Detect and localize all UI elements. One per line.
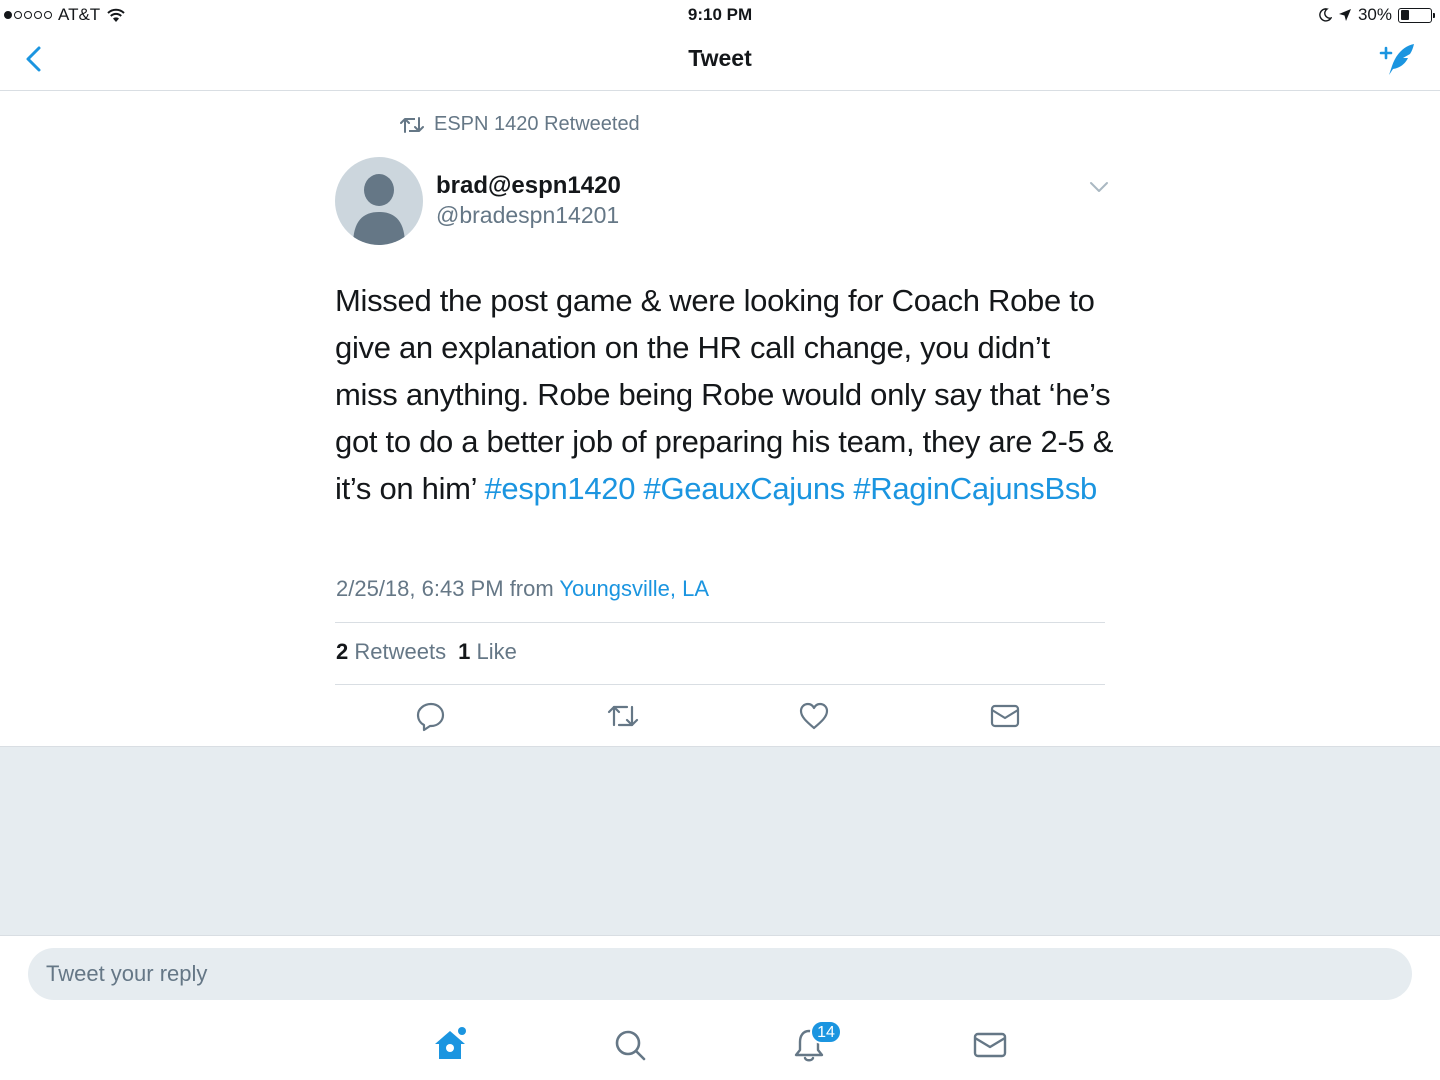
default-avatar-icon	[353, 174, 405, 245]
moon-icon	[1319, 8, 1332, 22]
status-right: 30%	[1318, 5, 1435, 25]
hashtag-link[interactable]: #RaginCajunsBsb	[853, 471, 1097, 506]
messages-mail-icon[interactable]	[971, 1026, 1009, 1064]
home-icon[interactable]	[431, 1026, 469, 1064]
retweet-count: 2	[336, 639, 349, 664]
status-bar: AT&T 9:10 PM 30%	[0, 0, 1440, 30]
status-time: 9:10 PM	[687, 5, 753, 24]
retweets-label: Retweets	[354, 639, 447, 664]
text-space	[635, 471, 643, 506]
battery-level	[1400, 10, 1410, 20]
tweet-text: Missed the post game & were looking for …	[335, 277, 1115, 512]
chevron-down-icon[interactable]	[1088, 179, 1110, 195]
reply-input[interactable]	[28, 948, 1412, 1000]
retweet-small-icon	[400, 116, 424, 133]
hashtag-link[interactable]: #GeauxCajuns	[644, 471, 846, 506]
empty-replies-area	[0, 746, 1440, 936]
divider	[335, 622, 1105, 623]
battery-percent: 30%	[1357, 5, 1392, 24]
battery-icon	[1398, 7, 1435, 23]
author-display-name[interactable]: brad@espn1420	[436, 172, 621, 200]
likes-label: Like	[476, 639, 517, 664]
retweeted-by-label: ESPN 1420 Retweeted	[434, 113, 640, 135]
tweet-metadata: 2/25/18, 6:43 PM from Youngsville, LA	[336, 576, 709, 602]
hashtag-link[interactable]: #espn1420	[484, 471, 635, 506]
tweet-detail: ESPN 1420 Retweeted brad@espn1420 @brade…	[0, 91, 1440, 746]
tab-bar	[0, 1012, 1440, 1080]
heart-icon[interactable]	[797, 699, 831, 733]
author-handle[interactable]: @bradespn14201	[436, 202, 619, 229]
navigation-bar: Tweet	[0, 30, 1440, 91]
page-title: Tweet	[688, 45, 752, 71]
retweets-stat[interactable]: 2 Retweets	[336, 639, 446, 665]
search-icon[interactable]	[611, 1026, 649, 1064]
retweeted-by-line: ESPN 1420 Retweeted	[400, 113, 640, 136]
location-arrow-icon	[1338, 9, 1351, 21]
location-link[interactable]: Youngsville, LA	[559, 576, 709, 601]
likes-stat[interactable]: 1 Like	[458, 639, 517, 665]
mail-icon[interactable]	[988, 699, 1022, 733]
avatar[interactable]	[335, 157, 423, 245]
notifications-badge: 14	[810, 1020, 842, 1044]
reply-icon[interactable]	[414, 699, 448, 733]
tweet-stats: 2 Retweets 1 Like	[336, 639, 517, 665]
like-count: 1	[458, 639, 471, 664]
tweet-timestamp: 2/25/18, 6:43 PM	[336, 576, 504, 601]
from-label: from	[509, 576, 554, 601]
compose-tweet-icon[interactable]	[1378, 40, 1418, 80]
retweet-icon[interactable]	[606, 699, 640, 733]
divider	[335, 684, 1105, 685]
tweet-actions	[0, 699, 1440, 733]
